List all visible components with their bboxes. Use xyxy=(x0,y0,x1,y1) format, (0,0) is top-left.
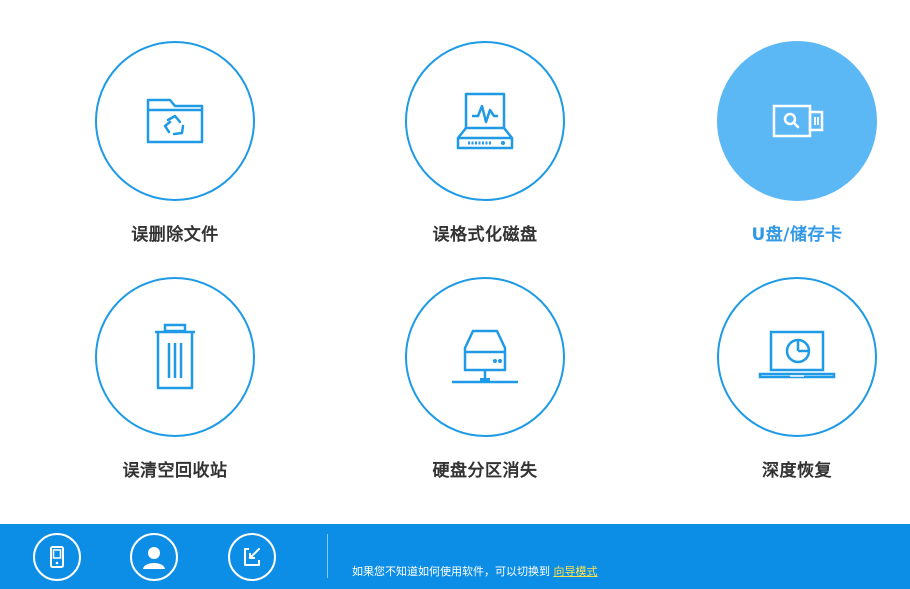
bottom-bar: 如果您不知道如何使用软件，可以切换到 向导模式 xyxy=(0,524,910,589)
usb-drive-icon xyxy=(772,104,824,138)
hard-drive-icon xyxy=(452,329,518,384)
tile-circle xyxy=(95,277,255,437)
tile-circle xyxy=(95,41,255,201)
tile-deep-recovery[interactable]: 深度恢复 xyxy=(697,277,897,481)
phone-icon xyxy=(50,546,64,568)
tile-usb-card[interactable]: U盘/储存卡 xyxy=(697,41,897,245)
wizard-mode-link[interactable]: 向导模式 xyxy=(554,565,598,578)
tile-label: 误格式化磁盘 xyxy=(432,225,538,245)
trash-bin-icon xyxy=(155,323,195,390)
folder-recycle-icon xyxy=(146,98,204,144)
tile-lost-partition[interactable]: 硬盘分区消失 xyxy=(385,277,585,481)
tile-deleted-files[interactable]: 误删除文件 xyxy=(75,41,275,245)
user-button[interactable] xyxy=(130,533,178,581)
tile-label: 硬盘分区消失 xyxy=(432,461,538,481)
bar-divider xyxy=(327,534,328,578)
tile-circle xyxy=(405,277,565,437)
tile-label: U盘/储存卡 xyxy=(751,225,843,245)
tip-text: 如果您不知道如何使用软件，可以切换到 xyxy=(352,565,550,578)
share-button[interactable] xyxy=(228,533,276,581)
user-icon xyxy=(143,547,165,569)
disk-format-icon xyxy=(456,92,514,150)
tile-label: 深度恢复 xyxy=(762,461,832,481)
tile-circle xyxy=(717,277,877,437)
phone-button[interactable] xyxy=(33,533,81,581)
tile-circle xyxy=(405,41,565,201)
tile-label: 误清空回收站 xyxy=(122,461,228,481)
laptop-icon xyxy=(758,330,836,379)
tile-formatted-disk[interactable]: 误格式化磁盘 xyxy=(385,41,585,245)
share-icon xyxy=(244,548,260,566)
mode-tip: 如果您不知道如何使用软件，可以切换到 向导模式 xyxy=(352,563,598,579)
tile-circle xyxy=(717,41,877,201)
tile-emptied-recycle-bin[interactable]: 误清空回收站 xyxy=(75,277,275,481)
tile-label: 误删除文件 xyxy=(131,225,219,245)
